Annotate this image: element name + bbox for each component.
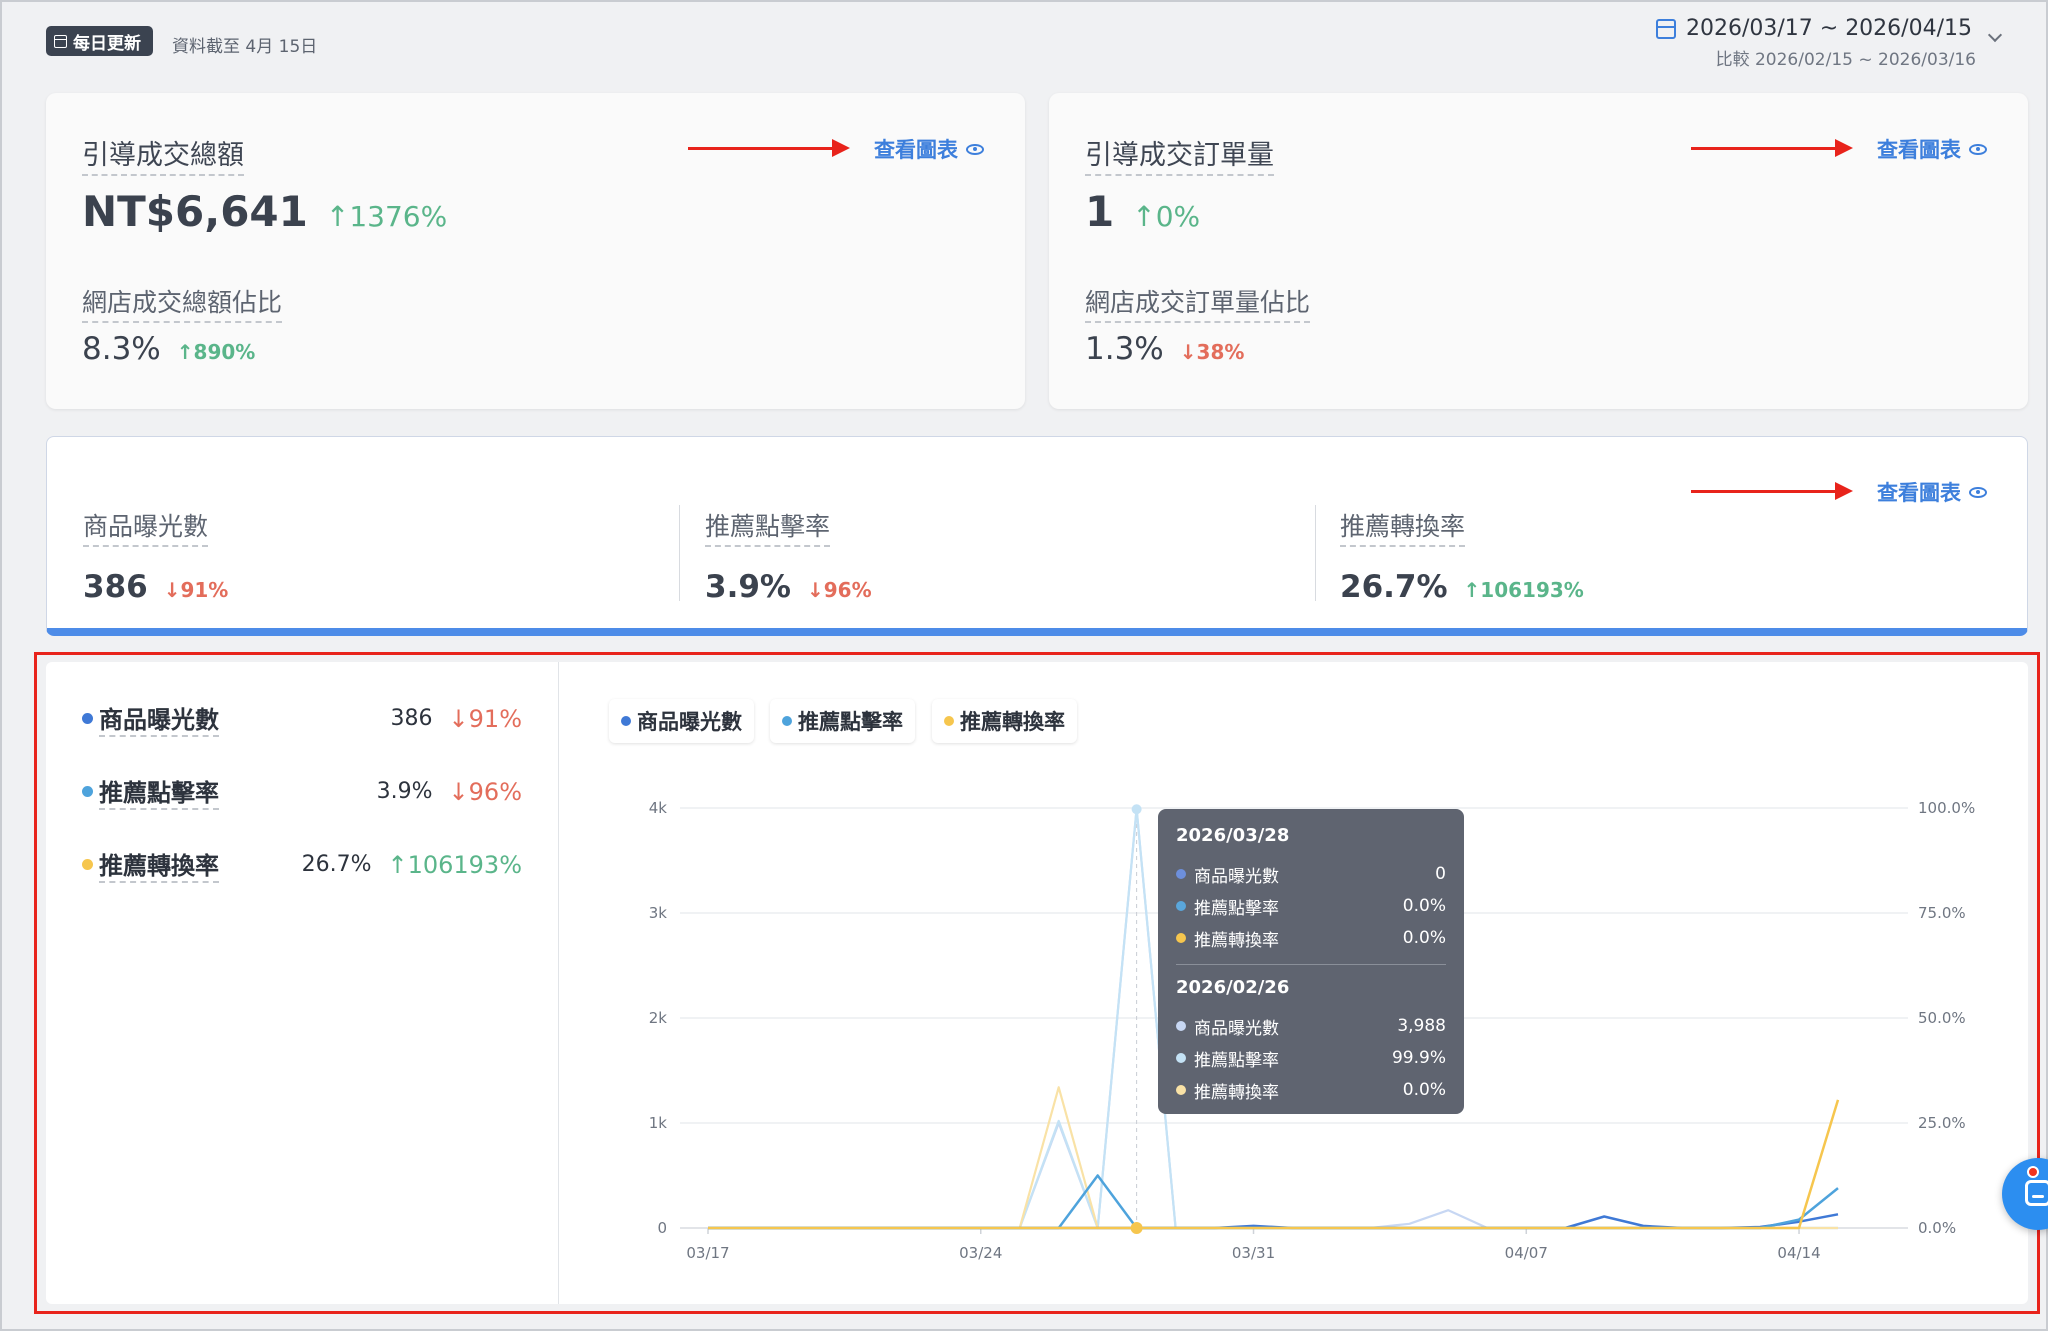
line-chart[interactable]: 0 1k 2k 3k 4k 0.0% 25.0% 50.0% 75.0% 100.0% 03/17 0… [0,0,2048,1331]
hover-point [1130,1222,1143,1234]
tooltip-row: 推薦轉換率 0.0% [1176,1074,1446,1106]
tooltip-row: 商品曝光數 0 [1176,858,1446,890]
series-dot [1176,1053,1186,1063]
tooltip-value: 99.9% [1391,1048,1446,1068]
tooltip-date: 2026/02/26 [1176,977,1290,998]
y-right-tick-label: 25.0% [1918,1114,1966,1132]
y-right-tick-label: 100.0% [1918,799,1975,817]
tooltip-date: 2026/03/28 [1176,825,1290,846]
series-dot [1176,901,1186,911]
tooltip-label: 商品曝光數 [1194,866,1279,887]
x-tick-label: 03/17 [686,1244,729,1262]
x-tick-label: 04/07 [1505,1244,1548,1262]
tooltip-row: 推薦轉換率 0.0% [1176,922,1446,954]
y-left-tick-label: 0 [657,1219,667,1237]
y-right-tick-label: 50.0% [1918,1009,1966,1027]
tooltip-label: 推薦點擊率 [1194,1050,1279,1071]
tooltip-value: 0 [1435,864,1446,884]
tooltip-separator [1176,964,1446,965]
tooltip-label: 推薦轉換率 [1194,930,1279,951]
series-line [708,1213,1839,1230]
series-line [708,1174,1839,1230]
tooltip-row: 商品曝光數 3,988 [1176,1010,1446,1042]
tooltip-row: 推薦點擊率 99.9% [1176,1042,1446,1074]
tooltip-label: 商品曝光數 [1194,1018,1279,1039]
tooltip-value: 3,988 [1397,1016,1446,1036]
x-tick-label: 03/31 [1232,1244,1275,1262]
series-dot [1176,1021,1186,1031]
chat-icon [2025,1180,2048,1206]
series-dot [1176,869,1186,879]
x-tick-label: 03/24 [959,1244,1002,1262]
tooltip-label: 推薦轉換率 [1194,1082,1279,1103]
y-left-tick-label: 1k [649,1114,668,1132]
y-right-tick-label: 75.0% [1918,904,1966,922]
series-line [708,1099,1840,1230]
x-tick-label: 04/14 [1777,1244,1820,1262]
tooltip-value: 0.0% [1402,928,1446,948]
series-dot [1176,933,1186,943]
chart-tooltip: 2026/03/28 商品曝光數 0 推薦點擊率 0.0% 推薦轉換率 0.0% 20… [1158,809,1464,1114]
hover-point [1131,804,1142,815]
y-left-tick-label: 3k [649,904,668,922]
y-left-tick-label: 2k [649,1009,668,1027]
notification-dot [2027,1166,2039,1178]
series-dot [1176,1085,1186,1095]
tooltip-label: 推薦點擊率 [1194,898,1279,919]
tooltip-value: 0.0% [1402,896,1446,916]
y-right-tick-label: 0.0% [1918,1219,1956,1237]
y-left-tick-label: 4k [649,799,668,817]
tooltip-row: 推薦點擊率 0.0% [1176,890,1446,922]
tooltip-value: 0.0% [1402,1080,1446,1100]
